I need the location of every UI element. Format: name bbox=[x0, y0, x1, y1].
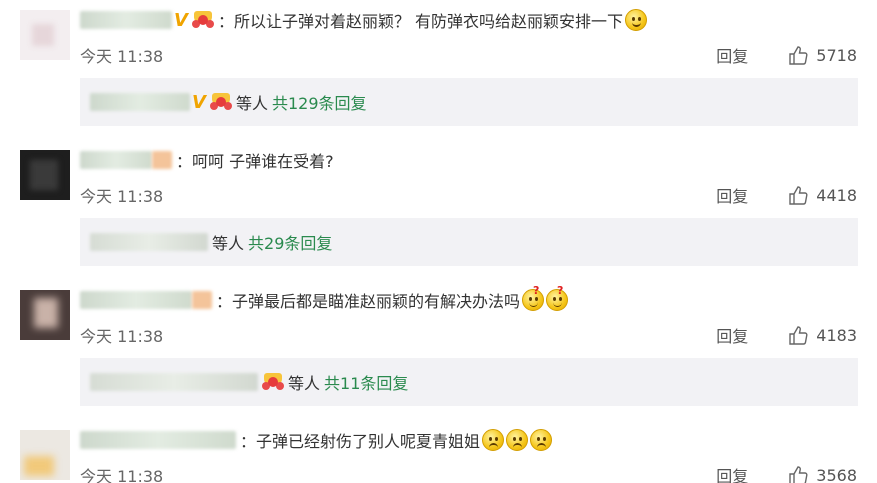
timestamp: 今天 11:38 bbox=[80, 47, 164, 66]
comment-actions: 回复 4418 bbox=[716, 183, 857, 207]
reply-button[interactable]: 回复 bbox=[716, 43, 748, 67]
verified-badge-icon: V bbox=[192, 91, 206, 113]
comment-text: ：呵呵 子弹谁在受着? bbox=[176, 152, 334, 171]
like-count: 4418 bbox=[816, 185, 857, 205]
thumbs-up-icon[interactable] bbox=[788, 185, 808, 205]
vip-crown-icon bbox=[191, 11, 214, 29]
reply-count-link[interactable]: 共29条回复 bbox=[248, 230, 332, 254]
sub-replies[interactable]: V 等人 共129条回复 bbox=[80, 78, 858, 126]
comment-header: ：子弹最后都是瞄准赵丽颖的有解决办法吗 ? ? bbox=[80, 284, 569, 312]
comment-actions: 回复 3568 bbox=[716, 463, 857, 483]
comment-text: ：所以让子弹对着赵丽颖？ 有防弹衣吗给赵丽颖安排一下 bbox=[217, 12, 624, 31]
comment-text: ：子弹已经射伤了别人呢夏青姐姐 bbox=[240, 432, 481, 451]
sub-replies[interactable]: 等人 共29条回复 bbox=[80, 218, 858, 266]
username-suffix bbox=[192, 291, 212, 309]
reply-count-link[interactable]: 共11条回复 bbox=[324, 370, 408, 394]
sub-replies[interactable]: 等人 共11条回复 bbox=[80, 358, 858, 406]
username[interactable] bbox=[80, 151, 152, 169]
like-count: 3568 bbox=[816, 465, 857, 483]
question-emoji-icon: ? bbox=[522, 284, 545, 311]
sad-emoji-icon bbox=[482, 429, 505, 451]
sub-reply-users bbox=[90, 373, 258, 391]
verified-badge-icon: V bbox=[174, 9, 188, 31]
sub-reply-who: 等人 bbox=[288, 374, 321, 393]
comment-header: ：呵呵 子弹谁在受着? bbox=[80, 148, 334, 172]
reply-button[interactable]: 回复 bbox=[716, 323, 748, 347]
sub-reply-users bbox=[90, 233, 208, 251]
sub-reply-users bbox=[90, 93, 190, 111]
vip-crown-icon bbox=[209, 93, 232, 111]
reply-count-link[interactable]: 共129条回复 bbox=[272, 90, 367, 114]
avatar[interactable] bbox=[20, 430, 70, 480]
vip-crown-icon bbox=[262, 373, 284, 391]
sub-reply-who: 等人 bbox=[212, 234, 245, 253]
username[interactable] bbox=[80, 11, 172, 29]
comment-header: ：子弹已经射伤了别人呢夏青姐姐 bbox=[80, 428, 553, 452]
reply-button[interactable]: 回复 bbox=[716, 463, 748, 483]
like-count: 4183 bbox=[816, 325, 857, 345]
question-emoji-icon: ? bbox=[546, 284, 569, 311]
like-count: 5718 bbox=[816, 45, 857, 65]
comment-actions: 回复 5718 bbox=[716, 43, 857, 67]
comment-text: ：子弹最后都是瞄准赵丽颖的有解决办法吗 bbox=[216, 292, 521, 311]
timestamp: 今天 11:38 bbox=[80, 327, 164, 346]
username-suffix bbox=[152, 151, 172, 169]
timestamp: 今天 11:38 bbox=[80, 467, 164, 483]
smile-emoji-icon bbox=[625, 9, 648, 31]
username[interactable] bbox=[80, 291, 192, 309]
username[interactable] bbox=[80, 431, 236, 449]
thumbs-up-icon[interactable] bbox=[788, 465, 808, 483]
thumbs-up-icon[interactable] bbox=[788, 325, 808, 345]
sad-emoji-icon bbox=[530, 429, 553, 451]
comment-actions: 回复 4183 bbox=[716, 323, 857, 347]
sad-emoji-icon bbox=[506, 429, 529, 451]
comment-header: V ：所以让子弹对着赵丽颖？ 有防弹衣吗给赵丽颖安排一下 bbox=[80, 8, 648, 32]
avatar[interactable] bbox=[20, 290, 70, 340]
avatar[interactable] bbox=[20, 10, 70, 60]
timestamp: 今天 11:38 bbox=[80, 187, 164, 206]
thumbs-up-icon[interactable] bbox=[788, 45, 808, 65]
avatar[interactable] bbox=[20, 150, 70, 200]
sub-reply-who: 等人 bbox=[235, 94, 268, 113]
reply-button[interactable]: 回复 bbox=[716, 183, 748, 207]
